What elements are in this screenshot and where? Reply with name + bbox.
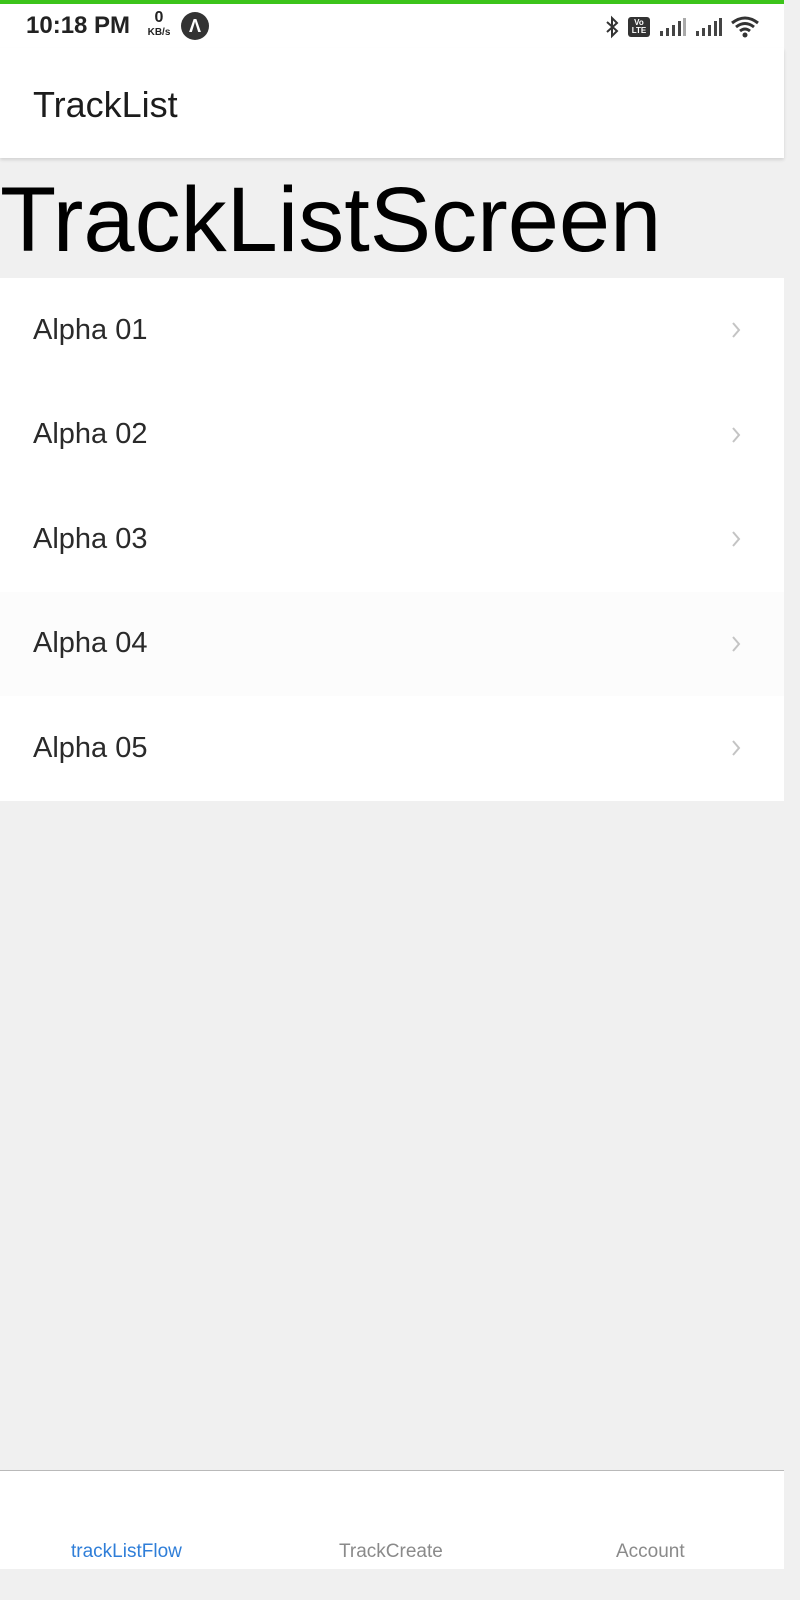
list-item[interactable]: Alpha 04: [0, 591, 784, 696]
tab-track-list-flow[interactable]: trackListFlow: [71, 1541, 182, 1563]
chevron-right-icon: [728, 634, 744, 654]
tab-account[interactable]: Account: [616, 1541, 685, 1563]
list-item-label: Alpha 05: [33, 731, 148, 764]
expo-icon: Λ: [181, 12, 209, 40]
list-item[interactable]: Alpha 02: [0, 382, 784, 487]
volte-bottom-text: LTE: [631, 26, 647, 35]
chevron-right-icon: [728, 738, 744, 758]
network-speed-unit: KB/s: [147, 27, 171, 38]
signal-icon: [658, 17, 686, 37]
bottom-tab-bar: trackListFlow TrackCreate Account: [0, 1470, 784, 1569]
status-bar: 10:18 PM 0 KB/s Λ Vo LTE: [0, 4, 784, 48]
status-time: 10:18 PM: [26, 12, 131, 39]
wifi-icon: [730, 16, 760, 38]
chevron-right-icon: [728, 320, 744, 340]
header-title: TrackList: [33, 84, 178, 125]
list-item-label: Alpha 01: [33, 313, 148, 346]
network-speed: 0 KB/s: [145, 10, 173, 38]
list-item-label: Alpha 03: [33, 522, 148, 555]
chevron-right-icon: [728, 529, 744, 549]
track-list: Alpha 01 Alpha 02 Alpha 03 Alpha 04 Alph…: [0, 278, 784, 801]
tab-track-create[interactable]: TrackCreate: [339, 1541, 443, 1563]
list-item[interactable]: Alpha 05: [0, 696, 784, 801]
status-icons: Vo LTE: [604, 12, 760, 42]
list-item[interactable]: Alpha 01: [0, 278, 784, 383]
network-speed-value: 0: [154, 9, 164, 26]
chevron-right-icon: [728, 425, 744, 445]
app-header: TrackList: [0, 48, 784, 158]
volte-icon: Vo LTE: [628, 17, 650, 37]
screen-title: TrackListScreen: [0, 169, 662, 271]
bluetooth-icon: [604, 15, 620, 39]
list-item-label: Alpha 04: [33, 627, 148, 660]
list-item-label: Alpha 02: [33, 418, 148, 451]
signal-icon: [694, 17, 722, 37]
list-item[interactable]: Alpha 03: [0, 487, 784, 592]
